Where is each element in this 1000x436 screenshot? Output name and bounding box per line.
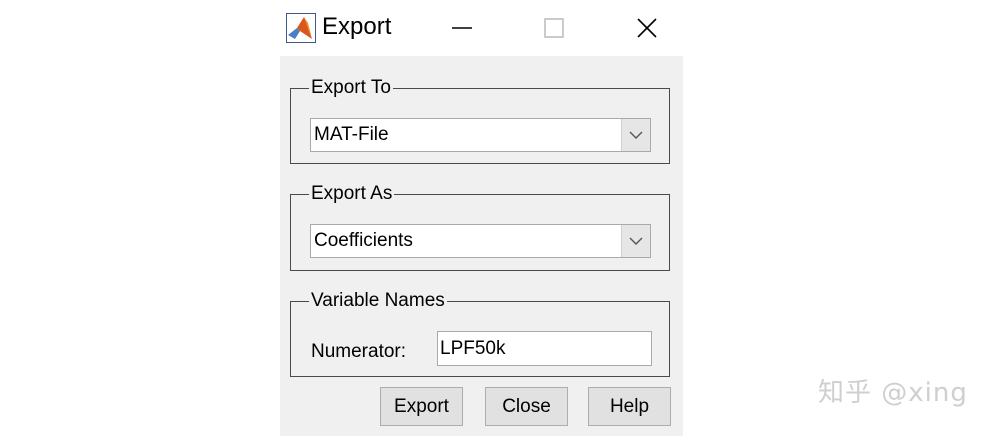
- matlab-icon: [286, 13, 316, 43]
- export-to-value: MAT-File: [314, 124, 389, 145]
- help-button[interactable]: Help: [588, 387, 671, 426]
- minimize-button[interactable]: [442, 10, 482, 46]
- variable-names-group: Variable Names Numerator:: [290, 291, 670, 377]
- chevron-down-icon[interactable]: [621, 119, 650, 151]
- export-as-group: Export As Coefficients: [290, 184, 670, 271]
- numerator-input[interactable]: [437, 331, 652, 366]
- close-icon: [637, 18, 657, 38]
- variable-names-legend: Variable Names: [311, 290, 445, 311]
- export-as-value: Coefficients: [314, 230, 413, 251]
- export-button[interactable]: Export: [380, 387, 463, 426]
- maximize-button[interactable]: [534, 10, 574, 46]
- dialog-body: Export To MAT-File Export As Coefficient…: [280, 56, 683, 436]
- window-title: Export: [322, 13, 392, 40]
- title-bar[interactable]: Export: [280, 0, 684, 56]
- maximize-icon: [544, 18, 564, 38]
- numerator-label: Numerator:: [311, 341, 407, 362]
- close-button[interactable]: Close: [485, 387, 568, 426]
- export-as-legend: Export As: [311, 183, 393, 204]
- close-window-button[interactable]: [627, 10, 667, 46]
- chevron-down-icon[interactable]: [621, 225, 650, 257]
- minimize-icon: [452, 27, 472, 29]
- export-as-dropdown[interactable]: Coefficients: [310, 224, 651, 258]
- export-to-dropdown[interactable]: MAT-File: [310, 118, 651, 152]
- export-to-legend: Export To: [311, 77, 391, 98]
- export-to-group: Export To MAT-File: [290, 78, 670, 164]
- watermark: 知乎 @xing: [818, 378, 968, 408]
